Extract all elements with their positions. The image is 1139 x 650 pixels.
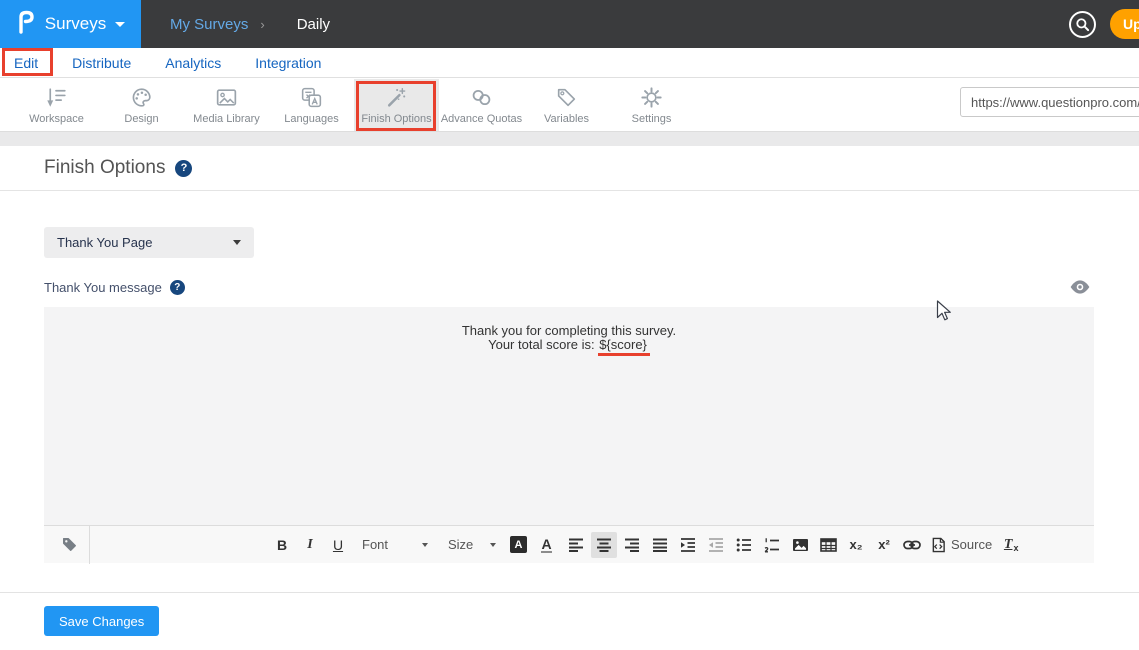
magic-wand-icon <box>384 85 409 110</box>
insert-image-button[interactable] <box>787 532 813 558</box>
tab-integration[interactable]: Integration <box>255 55 321 71</box>
section-divider-strip <box>0 132 1139 146</box>
background-color-icon: A <box>510 536 527 553</box>
upgrade-label: Up <box>1123 16 1139 32</box>
search-icon <box>1075 17 1090 32</box>
rich-text-editor: Thank you for completing this survey. Yo… <box>44 307 1094 563</box>
numbered-list-icon <box>764 537 780 553</box>
justify-icon <box>652 537 668 553</box>
ribbon-item-settings[interactable]: Settings <box>609 79 694 131</box>
message-label-row: Thank You message ? <box>44 280 185 295</box>
chain-links-icon <box>469 85 494 110</box>
image-icon <box>214 85 239 110</box>
translate-icon <box>299 85 324 110</box>
align-right-icon <box>624 537 640 553</box>
gear-icon <box>639 85 664 110</box>
editor-content-area[interactable]: Thank you for completing this survey. Yo… <box>44 307 1094 525</box>
source-document-icon <box>931 537 946 553</box>
superscript-button[interactable]: x² <box>871 532 897 558</box>
insert-variable-button[interactable] <box>53 532 85 558</box>
insert-image-icon <box>792 537 809 553</box>
preview-button[interactable] <box>1069 279 1091 300</box>
text-color-button[interactable]: A <box>535 532 561 558</box>
thank-you-line-2: Your total score is: ${score} <box>44 338 1094 356</box>
chevron-down-icon <box>233 240 241 245</box>
top-bar: Surveys My Surveys › Daily Up <box>0 0 1139 48</box>
ribbon-item-languages[interactable]: Languages <box>269 79 354 131</box>
breadcrumb-my-surveys[interactable]: My Surveys <box>170 16 248 33</box>
breadcrumb-survey-name: Daily <box>297 16 330 33</box>
insert-table-button[interactable] <box>815 532 841 558</box>
upgrade-button[interactable]: Up <box>1110 9 1139 39</box>
page-heading-row: Finish Options ? <box>0 146 1139 191</box>
insert-link-button[interactable] <box>899 532 925 558</box>
chevron-down-icon <box>490 543 496 547</box>
italic-button[interactable]: I <box>297 532 323 558</box>
finish-option-dropdown[interactable]: Thank You Page <box>44 227 254 258</box>
align-left-button[interactable] <box>563 532 589 558</box>
thank-you-message-label: Thank You message <box>44 280 162 295</box>
tab-bar: Edit Distribute Analytics Integration <box>0 48 1139 78</box>
page-title: Finish Options <box>44 157 165 179</box>
help-icon[interactable]: ? <box>170 280 185 295</box>
save-changes-button[interactable]: Save Changes <box>44 606 159 636</box>
workspace-icon <box>44 85 69 110</box>
thank-you-line-1: Thank you for completing this survey. <box>44 324 1094 338</box>
help-icon[interactable]: ? <box>175 160 192 177</box>
align-left-icon <box>568 537 584 553</box>
ribbon-item-design[interactable]: Design <box>99 79 184 131</box>
ribbon-item-finish-options[interactable]: Finish Options <box>354 79 439 131</box>
bullet-list-icon <box>736 537 752 553</box>
source-button[interactable]: Source <box>927 532 996 558</box>
dropdown-value: Thank You Page <box>57 235 152 250</box>
ribbon-item-variables[interactable]: Variables <box>524 79 609 131</box>
indent-icon <box>680 537 696 553</box>
palette-icon <box>129 85 154 110</box>
justify-button[interactable] <box>647 532 673 558</box>
search-button[interactable] <box>1069 11 1096 38</box>
ribbon-item-workspace[interactable]: Workspace <box>14 79 99 131</box>
tab-distribute[interactable]: Distribute <box>72 55 131 71</box>
questionpro-logo-icon <box>16 10 36 39</box>
background-color-button[interactable]: A <box>507 532 533 558</box>
bold-button[interactable]: B <box>269 532 295 558</box>
align-center-button[interactable] <box>591 532 617 558</box>
bullet-list-button[interactable] <box>731 532 757 558</box>
survey-url-input[interactable] <box>960 87 1139 117</box>
tab-analytics[interactable]: Analytics <box>165 55 221 71</box>
ribbon-toolbar: Workspace Design Media Library Languages… <box>0 79 1139 132</box>
chevron-down-icon <box>115 22 125 27</box>
brand-label: Surveys <box>45 14 106 34</box>
chevron-down-icon <box>422 543 428 547</box>
decrease-indent-button[interactable] <box>703 532 729 558</box>
size-dropdown[interactable]: Size <box>444 532 500 558</box>
numbered-list-button[interactable] <box>759 532 785 558</box>
tag-icon <box>554 85 579 110</box>
align-right-button[interactable] <box>619 532 645 558</box>
ribbon-item-media-library[interactable]: Media Library <box>184 79 269 131</box>
align-center-icon <box>596 537 612 553</box>
increase-indent-button[interactable] <box>675 532 701 558</box>
insert-table-icon <box>820 537 837 553</box>
editor-toolbar: B I U Font Size A A <box>44 525 1094 563</box>
breadcrumb: My Surveys › Daily <box>170 16 330 33</box>
toolbar-separator <box>89 526 90 564</box>
subscript-button[interactable]: x₂ <box>843 532 869 558</box>
brand-surveys-menu[interactable]: Surveys <box>0 0 141 48</box>
tab-edit[interactable]: Edit <box>14 55 38 71</box>
remove-format-button[interactable]: Tx <box>998 532 1024 558</box>
score-variable-annotated: ${score} <box>598 338 650 356</box>
bottom-divider <box>0 592 1139 593</box>
eye-icon <box>1069 279 1091 295</box>
underline-button[interactable]: U <box>325 532 351 558</box>
font-dropdown[interactable]: Font <box>358 532 432 558</box>
ribbon-item-advance-quotas[interactable]: Advance Quotas <box>439 79 524 131</box>
text-color-icon: A <box>541 537 551 553</box>
link-icon <box>903 538 921 552</box>
outdent-icon <box>708 537 724 553</box>
tag-filled-icon <box>60 535 79 554</box>
breadcrumb-separator: › <box>260 17 264 32</box>
